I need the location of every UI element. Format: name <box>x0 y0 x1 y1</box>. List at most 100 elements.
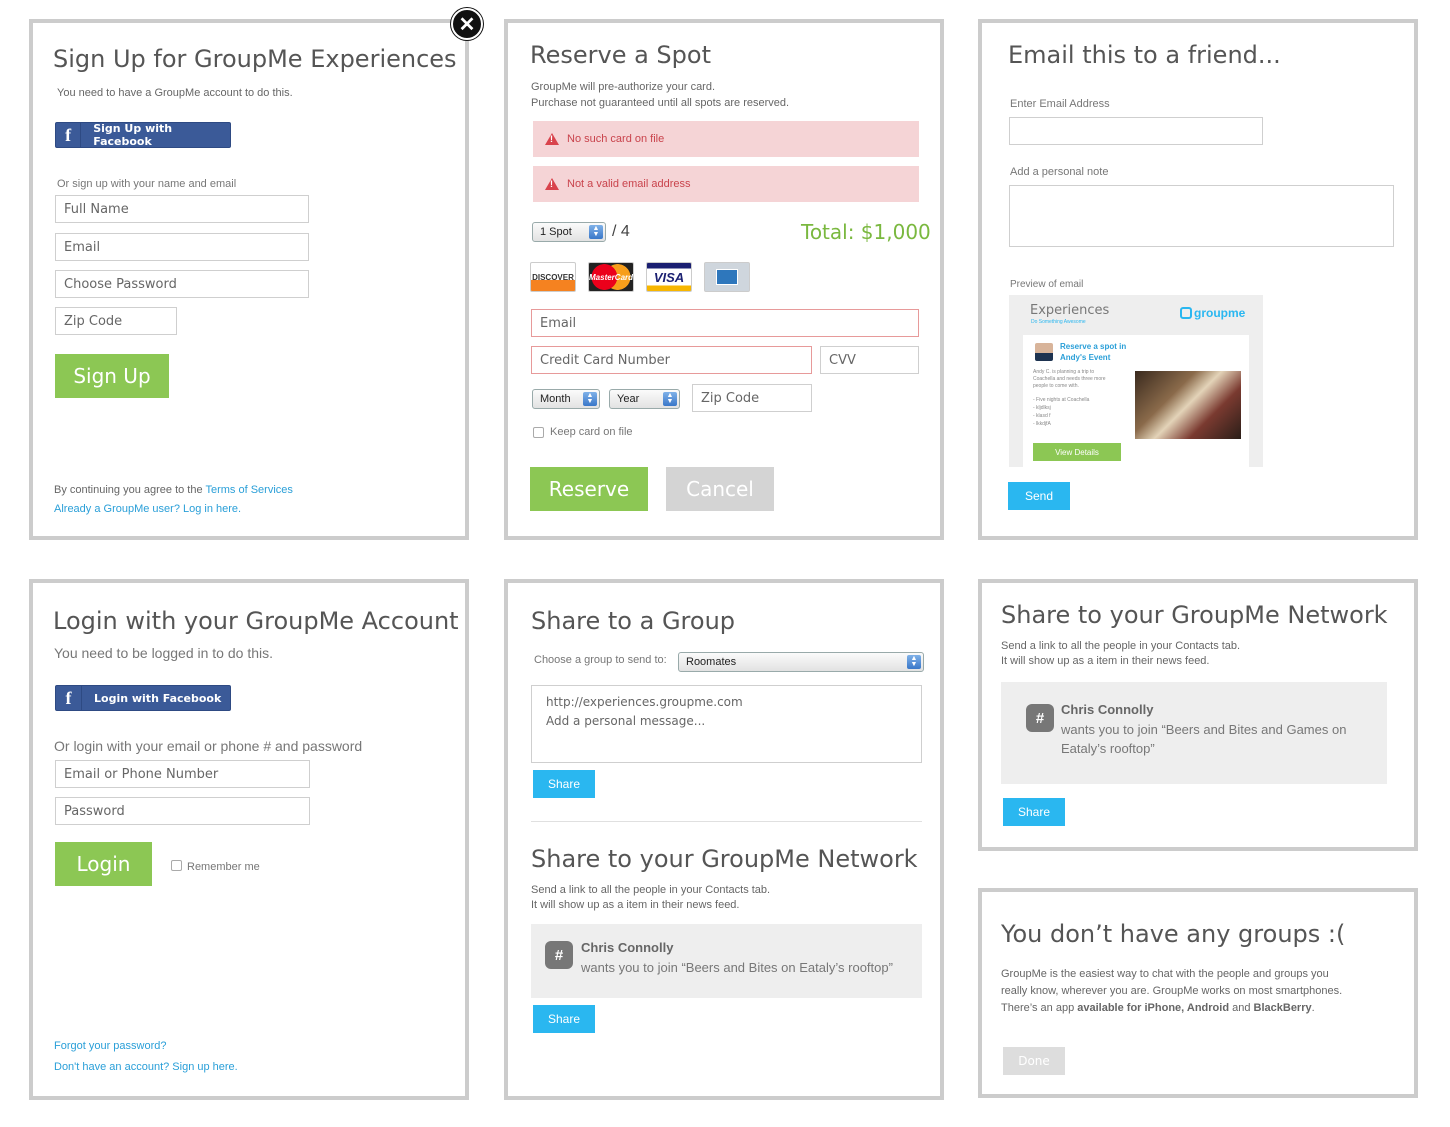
login-subtitle: You need to be logged in to do this. <box>54 645 273 661</box>
facebook-icon: f <box>56 123 82 147</box>
email-friend-title: Email this to a friend... <box>1008 41 1281 69</box>
terms-text: By continuing you agree to the Terms of … <box>54 482 293 498</box>
share-network-right-preview: # Chris Connolly wants you to join “Beer… <box>1001 682 1387 784</box>
signup-panel: Sign Up for GroupMe Experiences You need… <box>29 19 469 540</box>
terms-prefix: By continuing you agree to the <box>54 484 206 496</box>
login-here-link[interactable]: Already a GroupMe user? Log in here. <box>54 503 241 515</box>
share-message-field[interactable]: http://experiences.groupme.com Add a per… <box>531 685 922 763</box>
reserve-title: Reserve a Spot <box>530 41 711 69</box>
month-select[interactable]: Month ▲ ▼ <box>532 389 600 409</box>
share-group-button[interactable]: Share <box>533 770 595 798</box>
preview-heading-2: Andy's Event <box>1060 353 1111 362</box>
signup-or-text: Or sign up with your name and email <box>57 178 237 190</box>
share-network-button[interactable]: Share <box>533 1005 595 1033</box>
sign-up-button[interactable]: Sign Up <box>55 354 169 398</box>
reserve-zip-field[interactable]: Zip Code <box>692 384 812 412</box>
choose-group-label: Choose a group to send to: <box>534 654 667 666</box>
error-email: Not a valid email address <box>533 166 919 202</box>
zip-code-field[interactable]: Zip Code <box>55 307 177 335</box>
amex-logo-icon <box>716 269 738 285</box>
email-field[interactable]: Email <box>55 233 309 261</box>
login-facebook-button[interactable]: f Login with Facebook <box>55 685 231 711</box>
error-no-card-text: No such card on file <box>567 133 665 145</box>
share-network-panel: Share to your GroupMe Network Send a lin… <box>978 579 1418 851</box>
preview-bullet: - Five nights at Coachella <box>1033 397 1090 403</box>
chevron-updown-icon: ▲ ▼ <box>907 655 921 669</box>
share-network-preview: # Chris Connolly wants you to join “Beer… <box>531 924 922 998</box>
group-select[interactable]: Roomates ▲ ▼ <box>678 652 924 672</box>
forgot-password-link[interactable]: Forgot your password? <box>54 1040 167 1052</box>
preview-card: Reserve a spot in Andy's Event Andy C. i… <box>1023 335 1249 467</box>
preview-label: Preview of email <box>1010 279 1084 290</box>
reserve-button[interactable]: Reserve <box>530 467 648 511</box>
year-select[interactable]: Year ▲ ▼ <box>609 389 680 409</box>
reserve-email-field[interactable]: Email <box>531 309 919 337</box>
share-network-line1: Send a link to all the people in your Co… <box>531 884 771 896</box>
group-select-value: Roomates <box>686 656 737 668</box>
password-field[interactable]: Choose Password <box>55 270 309 298</box>
share-network-right-line2: It will show up as a item in their news … <box>1001 655 1210 667</box>
share-group-panel: Share to a Group Choose a group to send … <box>504 579 944 1100</box>
error-no-card: No such card on file <box>533 121 919 157</box>
cancel-button[interactable]: Cancel <box>666 467 774 511</box>
share-network-right-title: Share to your GroupMe Network <box>1001 601 1388 629</box>
personal-note-label: Add a personal note <box>1010 166 1109 178</box>
done-button[interactable]: Done <box>1003 1047 1065 1075</box>
close-icon[interactable]: ✕ <box>451 8 483 40</box>
share-network-right-button[interactable]: Share <box>1003 798 1065 826</box>
signup-here-link[interactable]: Don't have an account? Sign up here. <box>54 1061 238 1073</box>
no-groups-platforms: available for iPhone, Android <box>1077 1002 1230 1014</box>
groupme-logo: groupme <box>1180 306 1245 320</box>
login-or-text: Or login with your email or phone # and … <box>54 738 363 754</box>
share-network-message: wants you to join “Beers and Bites on Ea… <box>581 960 893 975</box>
personal-note-field[interactable] <box>1009 185 1394 247</box>
share-network-right-line1: Send a link to all the people in your Co… <box>1001 640 1241 652</box>
send-button[interactable]: Send <box>1008 482 1070 510</box>
email-preview: Experiences Do Something Awesome groupme… <box>1009 295 1263 467</box>
divider <box>531 821 922 822</box>
preview-heading-1: Reserve a spot in <box>1060 342 1127 351</box>
spots-select-value: 1 Spot <box>540 226 572 238</box>
preview-photo <box>1135 371 1241 439</box>
email-address-label: Enter Email Address <box>1010 98 1110 110</box>
preview-bullet: - klasd f <box>1033 413 1051 419</box>
login-password-field[interactable]: Password <box>55 797 310 825</box>
reserve-line2: Purchase not guaranteed until all spots … <box>531 97 790 109</box>
amex-card-icon <box>704 262 750 292</box>
remember-me-label: Remember me <box>187 861 260 873</box>
share-network-right-message-2: Eataly’s rooftop” <box>1061 741 1155 756</box>
credit-card-field[interactable]: Credit Card Number <box>531 346 812 374</box>
discover-card-icon: DISCOVER <box>530 262 576 292</box>
signup-facebook-button[interactable]: f Sign Up with Facebook <box>55 122 231 148</box>
total-amount: Total: $1,000 <box>801 220 931 244</box>
terms-link[interactable]: Terms of Services <box>205 484 292 496</box>
share-message-url: http://experiences.groupme.com <box>546 695 743 709</box>
share-group-title: Share to a Group <box>531 607 736 635</box>
warning-icon <box>545 133 559 145</box>
login-panel: Login with your GroupMe Account You need… <box>29 579 469 1100</box>
preview-body: Andy C. is planning a trip to Coachella … <box>1033 369 1106 389</box>
preview-view-details-button: View Details <box>1033 443 1121 461</box>
avatar <box>1035 343 1053 361</box>
share-network-right-message-1: wants you to join “Beers and Bites and G… <box>1061 722 1347 737</box>
chevron-updown-icon: ▲ ▼ <box>589 225 603 239</box>
keep-card-label: Keep card on file <box>550 426 633 438</box>
share-network-title: Share to your GroupMe Network <box>531 845 918 873</box>
spots-select[interactable]: 1 Spot ▲ ▼ <box>532 222 606 242</box>
login-button[interactable]: Login <box>55 842 152 886</box>
no-groups-line2: really know, wherever you are. GroupMe w… <box>1001 985 1343 997</box>
signup-title: Sign Up for GroupMe Experiences <box>53 45 457 73</box>
no-groups-line1: GroupMe is the easiest way to chat with … <box>1001 968 1329 980</box>
preview-bullet: - kljdlksj <box>1033 405 1051 411</box>
friend-email-field[interactable] <box>1009 117 1263 145</box>
cvv-field[interactable]: CVV <box>820 346 919 374</box>
remember-me-checkbox[interactable] <box>171 860 182 871</box>
groupme-logo-text: groupme <box>1194 306 1246 320</box>
no-groups-line3-suffix: . <box>1311 1002 1315 1014</box>
login-email-field[interactable]: Email or Phone Number <box>55 760 310 788</box>
signup-subtitle: You need to have a GroupMe account to do… <box>57 87 293 99</box>
groupme-icon: # <box>545 941 573 969</box>
full-name-field[interactable]: Full Name <box>55 195 309 223</box>
visa-card-icon: VISA <box>646 262 692 292</box>
keep-card-checkbox[interactable] <box>533 427 544 438</box>
